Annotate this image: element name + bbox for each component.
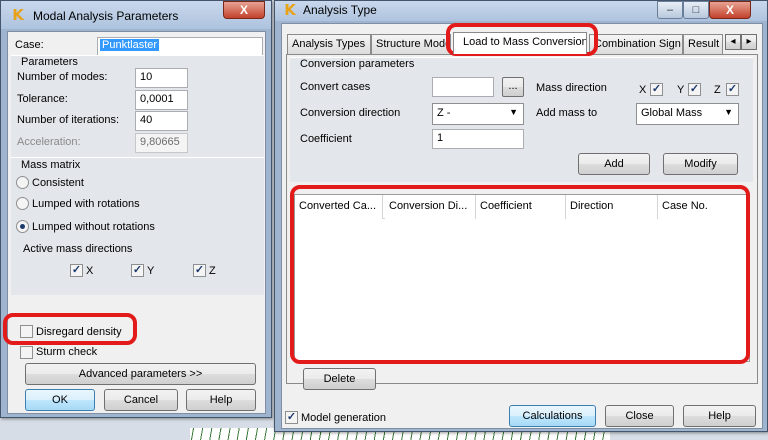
coefficient-field[interactable]: 1 xyxy=(432,129,524,149)
mass-matrix-title: Mass matrix xyxy=(21,159,81,171)
mass-dir-z-label: Z xyxy=(209,265,216,277)
add-mass-to-label: Add mass to xyxy=(536,107,598,119)
analysis-close-x-button[interactable]: X xyxy=(709,1,751,19)
modes-label: Number of modes: xyxy=(17,71,108,83)
delete-button[interactable]: Delete xyxy=(303,368,376,390)
conversion-direction-label: Conversion direction xyxy=(300,107,401,119)
mass-direction-y-label: Y xyxy=(677,84,685,96)
lumped-no-rotations-radio[interactable] xyxy=(16,220,29,233)
mass-direction-x-label: X xyxy=(639,84,647,96)
mass-direction-label: Mass direction xyxy=(536,82,607,94)
ok-button[interactable]: OK xyxy=(25,389,95,411)
app-logo-icon: K xyxy=(284,1,296,19)
iterations-label: Number of iterations: xyxy=(17,114,120,126)
chevron-down-icon: ▼ xyxy=(509,107,518,117)
mass-direction-z-label: Z xyxy=(714,84,721,96)
consistent-label[interactable]: Consistent xyxy=(32,177,84,189)
tab-scroll-left-button[interactable]: ◂ xyxy=(725,34,741,50)
coefficient-label: Coefficient xyxy=(300,133,352,145)
sturm-check-checkbox[interactable] xyxy=(20,346,33,359)
case-value: Punktlaster xyxy=(100,39,160,51)
mass-direction-y-checkbox[interactable]: ✓ xyxy=(688,83,701,96)
modes-field[interactable]: 10 xyxy=(135,68,188,88)
case-field[interactable]: Punktlaster xyxy=(97,37,263,56)
acceleration-label: Acceleration: xyxy=(17,136,81,148)
case-label: Case: xyxy=(15,39,44,51)
browse-cases-button[interactable]: ... xyxy=(502,77,524,97)
conversion-direction-value: Z - xyxy=(437,107,451,119)
chevron-down-icon: ▼ xyxy=(724,107,733,117)
tolerance-label: Tolerance: xyxy=(17,93,68,105)
mass-dir-y-label: Y xyxy=(147,265,155,277)
modal-close-button[interactable]: X xyxy=(223,1,265,19)
convert-cases-label: Convert cases xyxy=(300,81,371,93)
tab-structure-model[interactable]: Structure Model xyxy=(371,34,451,54)
consistent-radio[interactable] xyxy=(16,176,29,189)
tab-strip: Analysis Types Structure Model Load to M… xyxy=(286,32,760,54)
mass-direction-z-checkbox[interactable]: ✓ xyxy=(726,83,739,96)
cancel-button[interactable]: Cancel xyxy=(104,389,178,411)
radio-selected-dot xyxy=(20,224,25,229)
minimize-button[interactable]: – xyxy=(657,1,683,19)
add-mass-to-select[interactable]: Global Mass ▼ xyxy=(636,103,739,125)
close-button[interactable]: Close xyxy=(605,405,674,427)
lumped-rotations-label[interactable]: Lumped with rotations xyxy=(32,198,140,210)
conversion-direction-select[interactable]: Z - ▼ xyxy=(432,103,524,125)
tab-result-m[interactable]: Result M xyxy=(683,34,723,54)
app-logo-icon: K xyxy=(12,6,24,24)
model-generation-checkbox[interactable]: ✓ xyxy=(285,411,298,424)
highlight-conversions-table xyxy=(290,185,750,364)
analysis-title: Analysis Type xyxy=(303,3,377,17)
parameters-title: Parameters xyxy=(21,56,78,68)
convert-cases-field[interactable] xyxy=(432,77,494,97)
mass-dir-y-checkbox[interactable]: ✓ xyxy=(131,264,144,277)
model-generation-label[interactable]: Model generation xyxy=(301,412,386,424)
acceleration-field: 9,80665 xyxy=(135,133,188,153)
mass-direction-x-checkbox[interactable]: ✓ xyxy=(650,83,663,96)
tab-load-to-mass-conversion[interactable]: Load to Mass Conversion xyxy=(453,32,587,54)
maximize-button[interactable]: □ xyxy=(683,1,709,19)
conversion-parameters-title: Conversion parameters xyxy=(300,58,415,70)
add-button[interactable]: Add xyxy=(578,153,650,175)
add-mass-to-value: Global Mass xyxy=(641,107,703,119)
highlight-disregard-density xyxy=(3,313,137,345)
modify-button[interactable]: Modify xyxy=(663,153,738,175)
tolerance-field[interactable]: 0,0001 xyxy=(135,90,188,110)
mass-dir-x-label: X xyxy=(86,265,94,277)
analysis-help-button[interactable]: Help xyxy=(683,405,756,427)
modal-analysis-window: K Modal Analysis Parameters X Case: Punk… xyxy=(0,0,272,418)
modal-title: Modal Analysis Parameters xyxy=(33,9,179,23)
iterations-field[interactable]: 40 xyxy=(135,111,188,131)
active-dirs-title: Active mass directions xyxy=(23,243,133,255)
modal-client-area: Case: Punktlaster Parameters Number of m… xyxy=(7,31,266,414)
tab-scroll-right-button[interactable]: ▸ xyxy=(741,34,757,50)
modal-help-button[interactable]: Help xyxy=(186,389,256,411)
lumped-rotations-radio[interactable] xyxy=(16,197,29,210)
tab-combination-sign[interactable]: Combination Sign xyxy=(589,34,683,54)
calculations-button[interactable]: Calculations xyxy=(509,405,596,427)
lumped-no-rotations-label[interactable]: Lumped without rotations xyxy=(32,221,155,233)
advanced-parameters-button[interactable]: Advanced parameters >> xyxy=(25,363,256,385)
tab-analysis-types[interactable]: Analysis Types xyxy=(287,34,371,54)
mass-dir-z-checkbox[interactable]: ✓ xyxy=(193,264,206,277)
sturm-check-label[interactable]: Sturm check xyxy=(36,346,97,358)
mass-dir-x-checkbox[interactable]: ✓ xyxy=(70,264,83,277)
